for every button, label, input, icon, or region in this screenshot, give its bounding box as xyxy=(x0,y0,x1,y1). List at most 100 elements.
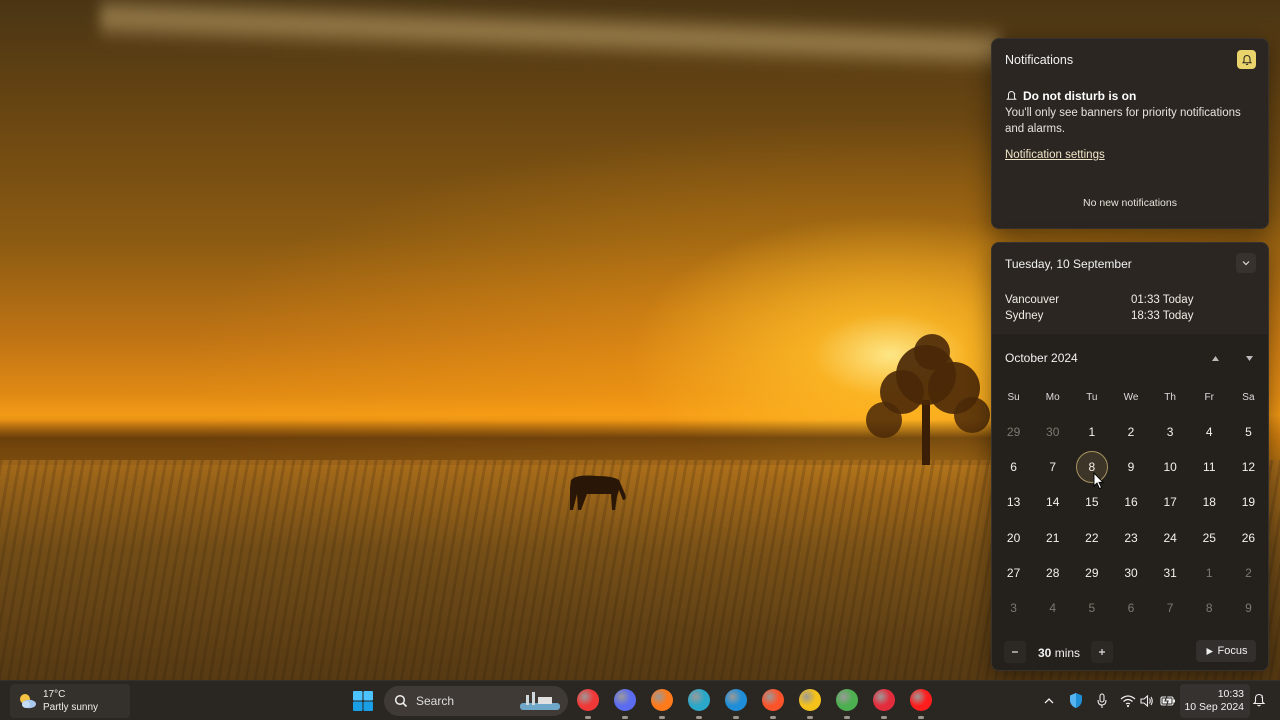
edge-app-icon[interactable] xyxy=(725,689,747,711)
calendar-day-number: 13 xyxy=(1006,495,1021,510)
search-icon xyxy=(394,694,408,708)
weekday-label: Th xyxy=(1164,392,1176,403)
calendar-day[interactable]: 11 xyxy=(1190,449,1229,484)
previous-month-button[interactable] xyxy=(1208,351,1222,365)
calendar-day[interactable]: 13 xyxy=(994,485,1033,520)
calendar-day[interactable]: 7 xyxy=(1151,590,1190,625)
calendar-day[interactable]: 25 xyxy=(1190,520,1229,555)
weekday-label: We xyxy=(1123,392,1139,403)
calendar-day[interactable]: 31 xyxy=(1151,555,1190,590)
taskbar-search-box[interactable]: Search xyxy=(384,686,568,716)
calendar-day[interactable]: 27 xyxy=(994,555,1033,590)
wifi-icon[interactable] xyxy=(1120,694,1136,708)
calendar-day[interactable]: 17 xyxy=(1151,485,1190,520)
calendar-day[interactable]: 9 xyxy=(1111,449,1150,484)
running-indicator xyxy=(770,716,776,719)
do-not-disturb-toggle[interactable] xyxy=(1237,50,1256,69)
calendar-day-number: 5 xyxy=(1245,424,1252,439)
calendar-day-selected[interactable]: 8 xyxy=(1072,449,1111,484)
calendar-day[interactable]: 4 xyxy=(1033,590,1072,625)
notification-settings-link[interactable]: Notification settings xyxy=(1005,149,1105,161)
defender-shield-icon[interactable] xyxy=(1068,692,1084,709)
microphone-icon[interactable] xyxy=(1096,693,1108,709)
calendar-day[interactable]: 15 xyxy=(1072,485,1111,520)
wallpaper-cloud xyxy=(99,0,1001,74)
calendar-day[interactable]: 14 xyxy=(1033,485,1072,520)
calendar-day-number: 26 xyxy=(1241,530,1256,545)
vivaldi-app-icon[interactable] xyxy=(577,689,599,711)
calendar-day[interactable]: 1 xyxy=(1072,414,1111,449)
calendar-day[interactable]: 3 xyxy=(1151,414,1190,449)
calendar-day-number: 10 xyxy=(1163,459,1177,474)
calendar-day[interactable]: 8 xyxy=(1190,590,1229,625)
volume-icon[interactable] xyxy=(1140,694,1154,708)
chrome-app-icon[interactable] xyxy=(836,689,858,711)
weekday-label: Su xyxy=(1007,392,1020,403)
firefox-app-icon[interactable] xyxy=(651,689,673,711)
focus-duration-value: 30 xyxy=(1038,646,1052,660)
calendar-day[interactable]: 6 xyxy=(1111,590,1150,625)
calendar-day[interactable]: 5 xyxy=(1072,590,1111,625)
calendar-day[interactable]: 21 xyxy=(1033,520,1072,555)
weather-widget[interactable]: 17°C Partly sunny xyxy=(10,684,130,718)
calendar-day-number: 24 xyxy=(1163,530,1177,545)
notification-bell-dnd-icon[interactable]: z xyxy=(1252,693,1266,708)
calendar-day-number: 2 xyxy=(1245,565,1252,580)
calendar-day[interactable]: 2 xyxy=(1229,555,1268,590)
battery-charging-icon[interactable] xyxy=(1160,694,1176,707)
calendar-day-number: 30 xyxy=(1124,565,1138,580)
calendar-day[interactable]: 26 xyxy=(1229,520,1268,555)
taskbar: 17°C Partly sunny Search 10:33 10 Sep 20… xyxy=(0,680,1280,720)
running-indicator xyxy=(881,716,887,719)
calendar-day[interactable]: 4 xyxy=(1190,414,1229,449)
edge-dev-app-icon[interactable] xyxy=(688,689,710,711)
show-hidden-icons-chevron-icon[interactable] xyxy=(1043,695,1055,707)
clock-row: Sydney 18:33 Today xyxy=(1005,308,1255,324)
dnd-heading: Do not disturb is on xyxy=(1023,89,1137,103)
calendar-day[interactable]: 30 xyxy=(1111,555,1150,590)
calendar-day[interactable]: 2 xyxy=(1111,414,1150,449)
taskbar-clock[interactable]: 10:33 10 Sep 2024 xyxy=(1180,684,1250,718)
calendar-day[interactable]: 20 xyxy=(994,520,1033,555)
calendar-day[interactable]: 29 xyxy=(994,414,1033,449)
calendar-day[interactable]: 29 xyxy=(1072,555,1111,590)
firefox-dev-app-icon[interactable] xyxy=(614,689,636,711)
calendar-day-number: 9 xyxy=(1245,601,1252,616)
collapse-calendar-button[interactable] xyxy=(1236,253,1256,273)
calendar-day[interactable]: 22 xyxy=(1072,520,1111,555)
decrease-focus-button[interactable] xyxy=(1004,641,1026,663)
clock-time: 18:33 Today xyxy=(1131,310,1194,322)
calendar-day[interactable]: 7 xyxy=(1033,449,1072,484)
next-month-button[interactable] xyxy=(1242,351,1256,365)
calendar-day[interactable]: 6 xyxy=(994,449,1033,484)
calendar-day[interactable]: 1 xyxy=(1190,555,1229,590)
clock-time: 01:33 Today xyxy=(1131,294,1194,306)
calendar-day[interactable]: 3 xyxy=(994,590,1033,625)
calendar-day-number: 30 xyxy=(1046,424,1060,439)
calendar-day-number: 3 xyxy=(1166,424,1174,439)
notification-center: Notifications z Do not disturb is on You… xyxy=(991,38,1269,229)
running-indicator xyxy=(659,716,665,719)
calendar-day[interactable]: 30 xyxy=(1033,414,1072,449)
calendar-day[interactable]: 24 xyxy=(1151,520,1190,555)
calendar-day[interactable]: 16 xyxy=(1111,485,1150,520)
calendar-day[interactable]: 5 xyxy=(1229,414,1268,449)
start-focus-button[interactable]: Focus xyxy=(1196,640,1256,662)
chrome-canary-app-icon[interactable] xyxy=(799,689,821,711)
brave-app-icon[interactable] xyxy=(762,689,784,711)
calendar-day-number: 6 xyxy=(1127,601,1135,616)
calendar-day[interactable]: 9 xyxy=(1229,590,1268,625)
calendar-day[interactable]: 10 xyxy=(1151,449,1190,484)
calendar-day[interactable]: 28 xyxy=(1033,555,1072,590)
calendar-day[interactable]: 23 xyxy=(1111,520,1150,555)
month-title[interactable]: October 2024 xyxy=(1005,351,1078,365)
calendar-day[interactable]: 12 xyxy=(1229,449,1268,484)
youtube-music-app-icon[interactable] xyxy=(910,689,932,711)
dnd-description: You'll only see banners for priority not… xyxy=(1005,107,1241,135)
increase-focus-button[interactable] xyxy=(1091,641,1113,663)
calendar-day[interactable]: 18 xyxy=(1190,485,1229,520)
windows-start-icon[interactable] xyxy=(352,690,374,712)
opera-app-icon[interactable] xyxy=(873,689,895,711)
calendar-day-number: 23 xyxy=(1124,530,1138,545)
calendar-day[interactable]: 19 xyxy=(1229,485,1268,520)
